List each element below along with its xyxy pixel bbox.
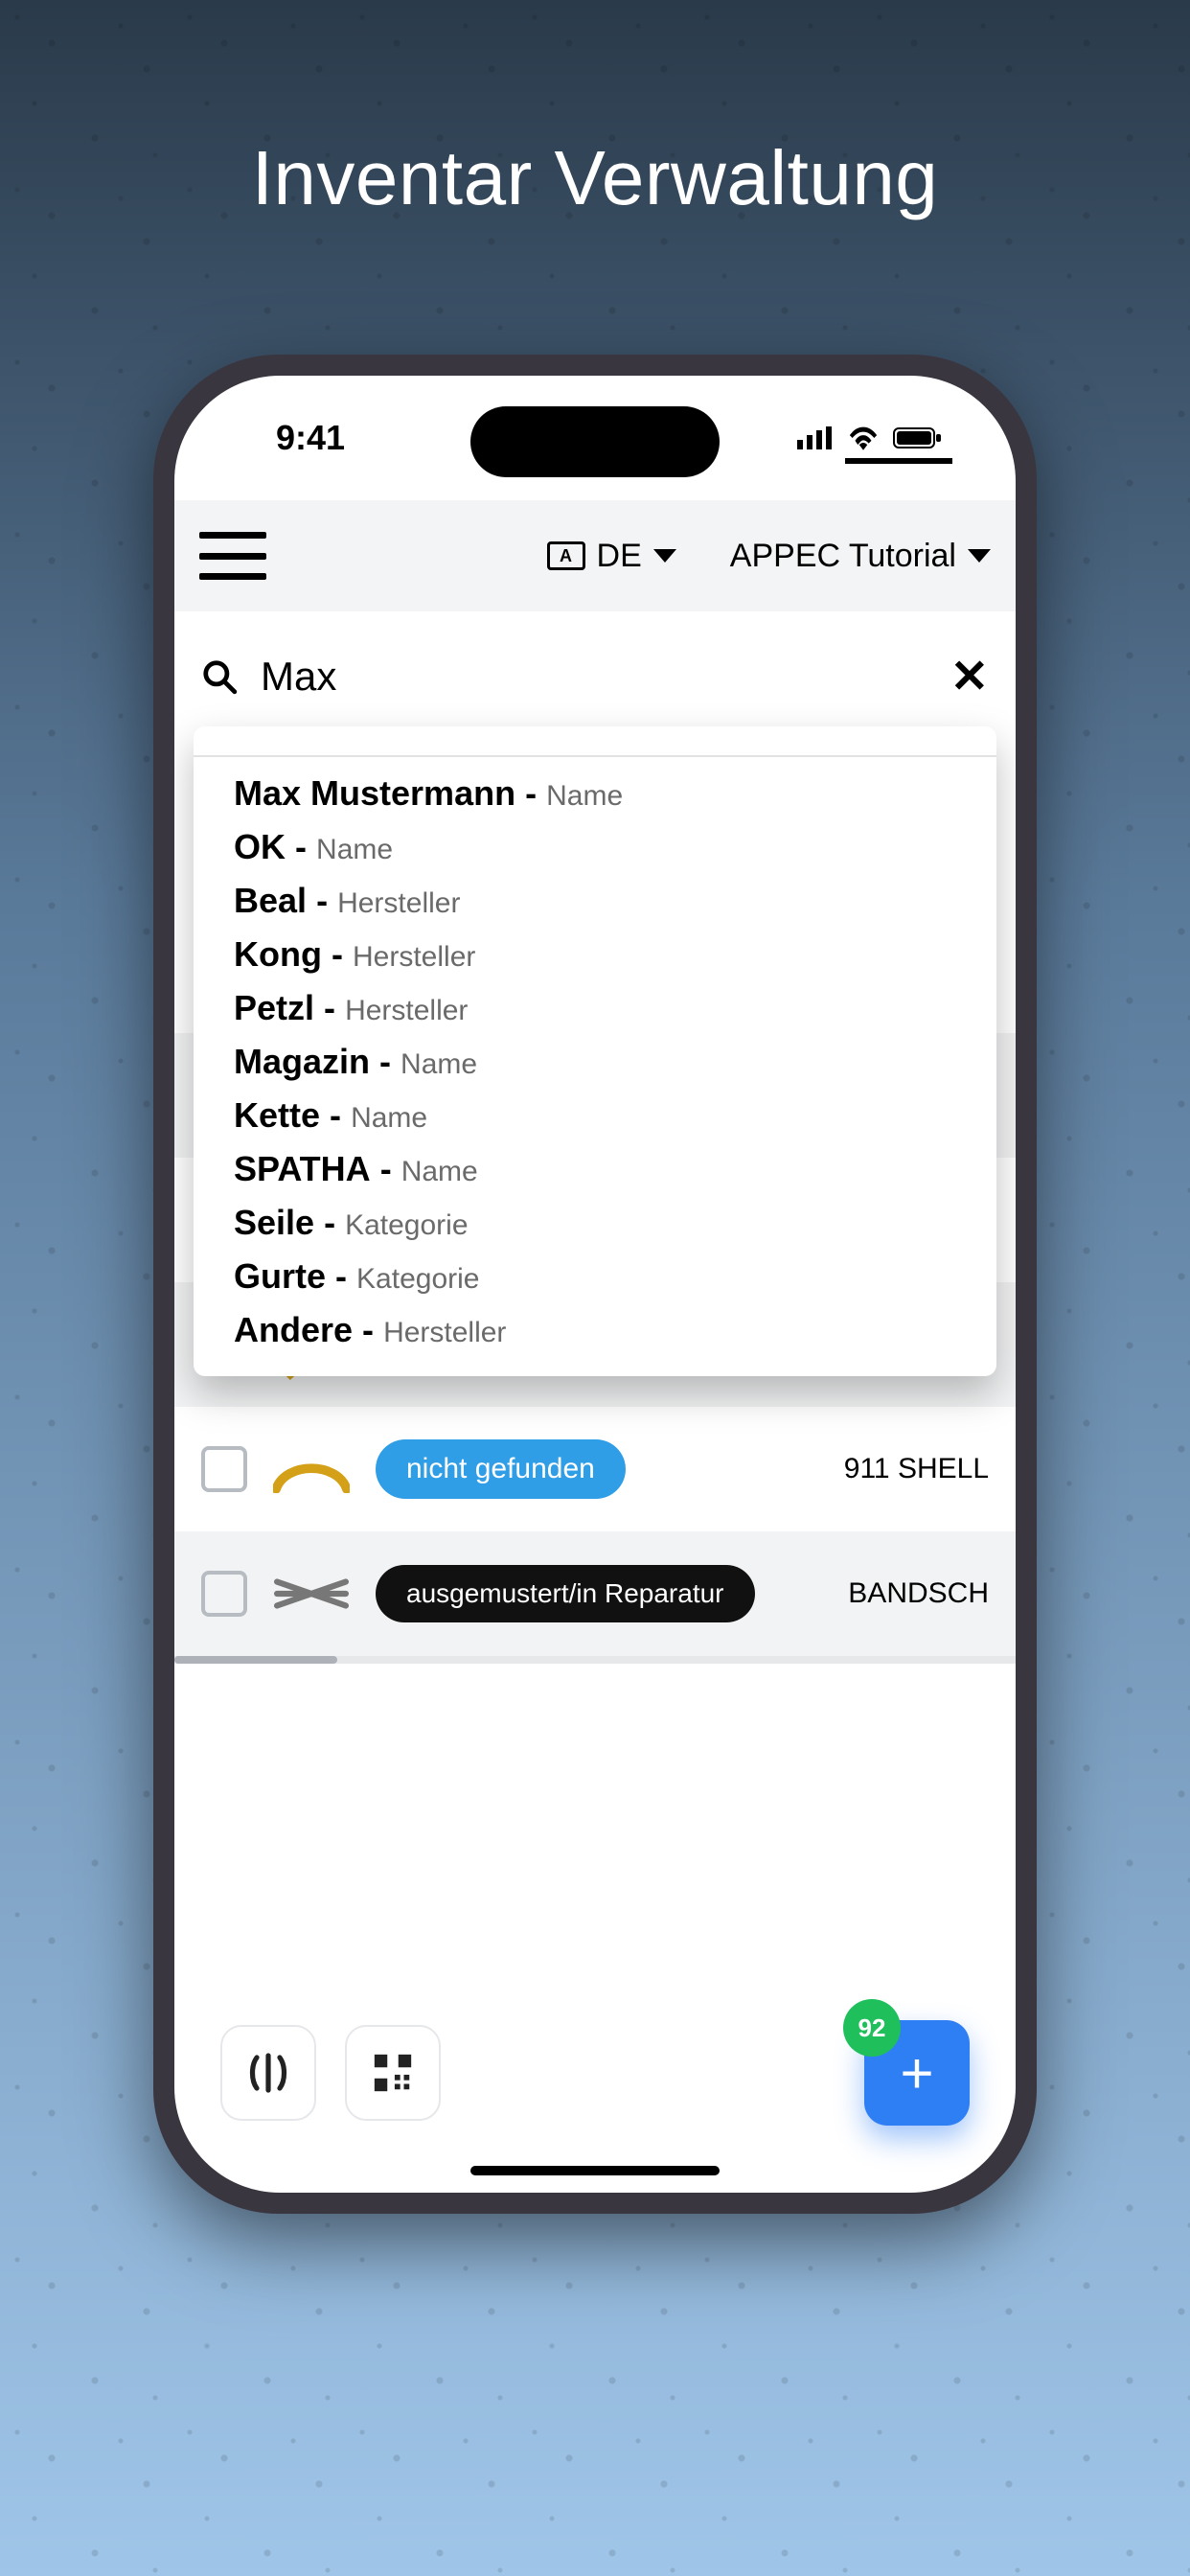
phone-notch xyxy=(470,406,720,477)
suggestion-item[interactable]: Max Mustermann - Name xyxy=(194,767,996,820)
suggestion-term: Andere xyxy=(234,1310,353,1349)
inventory-row[interactable]: nicht gefunden 911 SHELL xyxy=(174,1407,1016,1531)
suggestion-item[interactable]: OK - Name xyxy=(194,820,996,874)
suggestion-item[interactable]: SPATHA - Name xyxy=(194,1142,996,1196)
menu-button[interactable] xyxy=(199,532,266,580)
suggestion-kind: Hersteller xyxy=(337,887,460,919)
statusbar-time: 9:41 xyxy=(238,418,345,458)
status-badge: nicht gefunden xyxy=(376,1439,626,1499)
suggestion-item[interactable]: Kong - Hersteller xyxy=(194,928,996,981)
row-thumbnail xyxy=(270,1552,353,1635)
row-thumbnail xyxy=(270,1428,353,1510)
suggestion-term: SPATHA xyxy=(234,1149,371,1188)
row-name: BANDSCH xyxy=(848,1577,989,1610)
suggestion-term: Kong xyxy=(234,934,322,974)
suggestion-item[interactable]: Kette - Name xyxy=(194,1089,996,1142)
suggestion-term: Kette xyxy=(234,1095,320,1135)
suggestion-item[interactable]: Petzl - Hersteller xyxy=(194,981,996,1035)
chevron-down-icon xyxy=(653,549,676,563)
suggestion-term: Gurte xyxy=(234,1256,326,1296)
suggestion-item[interactable]: Beal - Hersteller xyxy=(194,874,996,928)
chevron-down-icon xyxy=(968,549,991,563)
search-input[interactable] xyxy=(261,654,927,700)
page-title: Inventar Verwaltung xyxy=(0,0,1190,222)
tutorial-select[interactable]: APPEC Tutorial xyxy=(730,538,991,575)
horizontal-scroll-indicator[interactable] xyxy=(174,1656,1016,1664)
clear-search-button[interactable]: ✕ xyxy=(950,650,989,703)
search-icon xyxy=(201,658,238,695)
suggestion-item[interactable]: Seile - Kategorie xyxy=(194,1196,996,1250)
suggestion-kind: Hersteller xyxy=(345,995,468,1026)
row-name: 911 SHELL xyxy=(844,1453,989,1485)
nfc-button[interactable] xyxy=(220,2025,316,2121)
plus-icon: + xyxy=(900,2040,933,2106)
language-icon: A xyxy=(547,541,585,570)
language-select[interactable]: A DE xyxy=(547,538,676,575)
suggestion-kind: Name xyxy=(316,834,393,865)
statusbar-icons xyxy=(797,426,952,450)
suggestion-kind: Hersteller xyxy=(383,1317,506,1348)
suggestion-term: OK xyxy=(234,827,286,866)
inventory-row[interactable]: ausgemustert/in Reparatur BANDSCH xyxy=(174,1531,1016,1656)
suggestion-kind: Name xyxy=(546,780,623,812)
suggestion-kind: Name xyxy=(400,1048,477,1080)
battery-icon xyxy=(893,426,943,450)
tutorial-label: APPEC Tutorial xyxy=(730,538,956,575)
phone-frame: 9:41 A DE APPEC Tutorial xyxy=(153,355,1037,2214)
suggestion-item[interactable]: Gurte - Kategorie xyxy=(194,1250,996,1303)
phone-screen: 9:41 A DE APPEC Tutorial xyxy=(174,376,1016,2193)
app-header: A DE APPEC Tutorial xyxy=(174,500,1016,611)
suggestion-term: Magazin xyxy=(234,1042,370,1081)
suggestion-kind: Name xyxy=(401,1156,478,1187)
suggestion-kind: Kategorie xyxy=(345,1209,468,1241)
suggestion-kind: Hersteller xyxy=(353,941,475,973)
suggestion-item[interactable]: Andere - Hersteller xyxy=(194,1303,996,1357)
home-indicator xyxy=(470,2166,720,2175)
suggestion-term: Beal xyxy=(234,881,307,920)
wifi-icon xyxy=(847,426,880,450)
status-badge: ausgemustert/in Reparatur xyxy=(376,1565,755,1622)
row-checkbox[interactable] xyxy=(201,1446,247,1492)
suggestion-kind: Kategorie xyxy=(356,1263,479,1295)
suggestion-item[interactable]: Magazin - Name xyxy=(194,1035,996,1089)
signal-icon xyxy=(797,426,834,449)
qr-scan-button[interactable] xyxy=(345,2025,441,2121)
search-container: ✕ Max Mustermann - NameOK - NameBeal - H… xyxy=(174,611,1016,726)
language-label: DE xyxy=(597,538,642,575)
fab-badge: 92 xyxy=(843,1999,901,2057)
suggestion-term: Max Mustermann xyxy=(234,773,515,813)
suggestion-term: Seile xyxy=(234,1203,314,1242)
suggestion-term: Petzl xyxy=(234,988,314,1027)
row-checkbox[interactable] xyxy=(201,1571,247,1617)
search-suggestions: Max Mustermann - NameOK - NameBeal - Her… xyxy=(194,726,996,1376)
bottom-toolbar: 92 + xyxy=(174,1988,1016,2193)
suggestion-kind: Name xyxy=(351,1102,427,1134)
